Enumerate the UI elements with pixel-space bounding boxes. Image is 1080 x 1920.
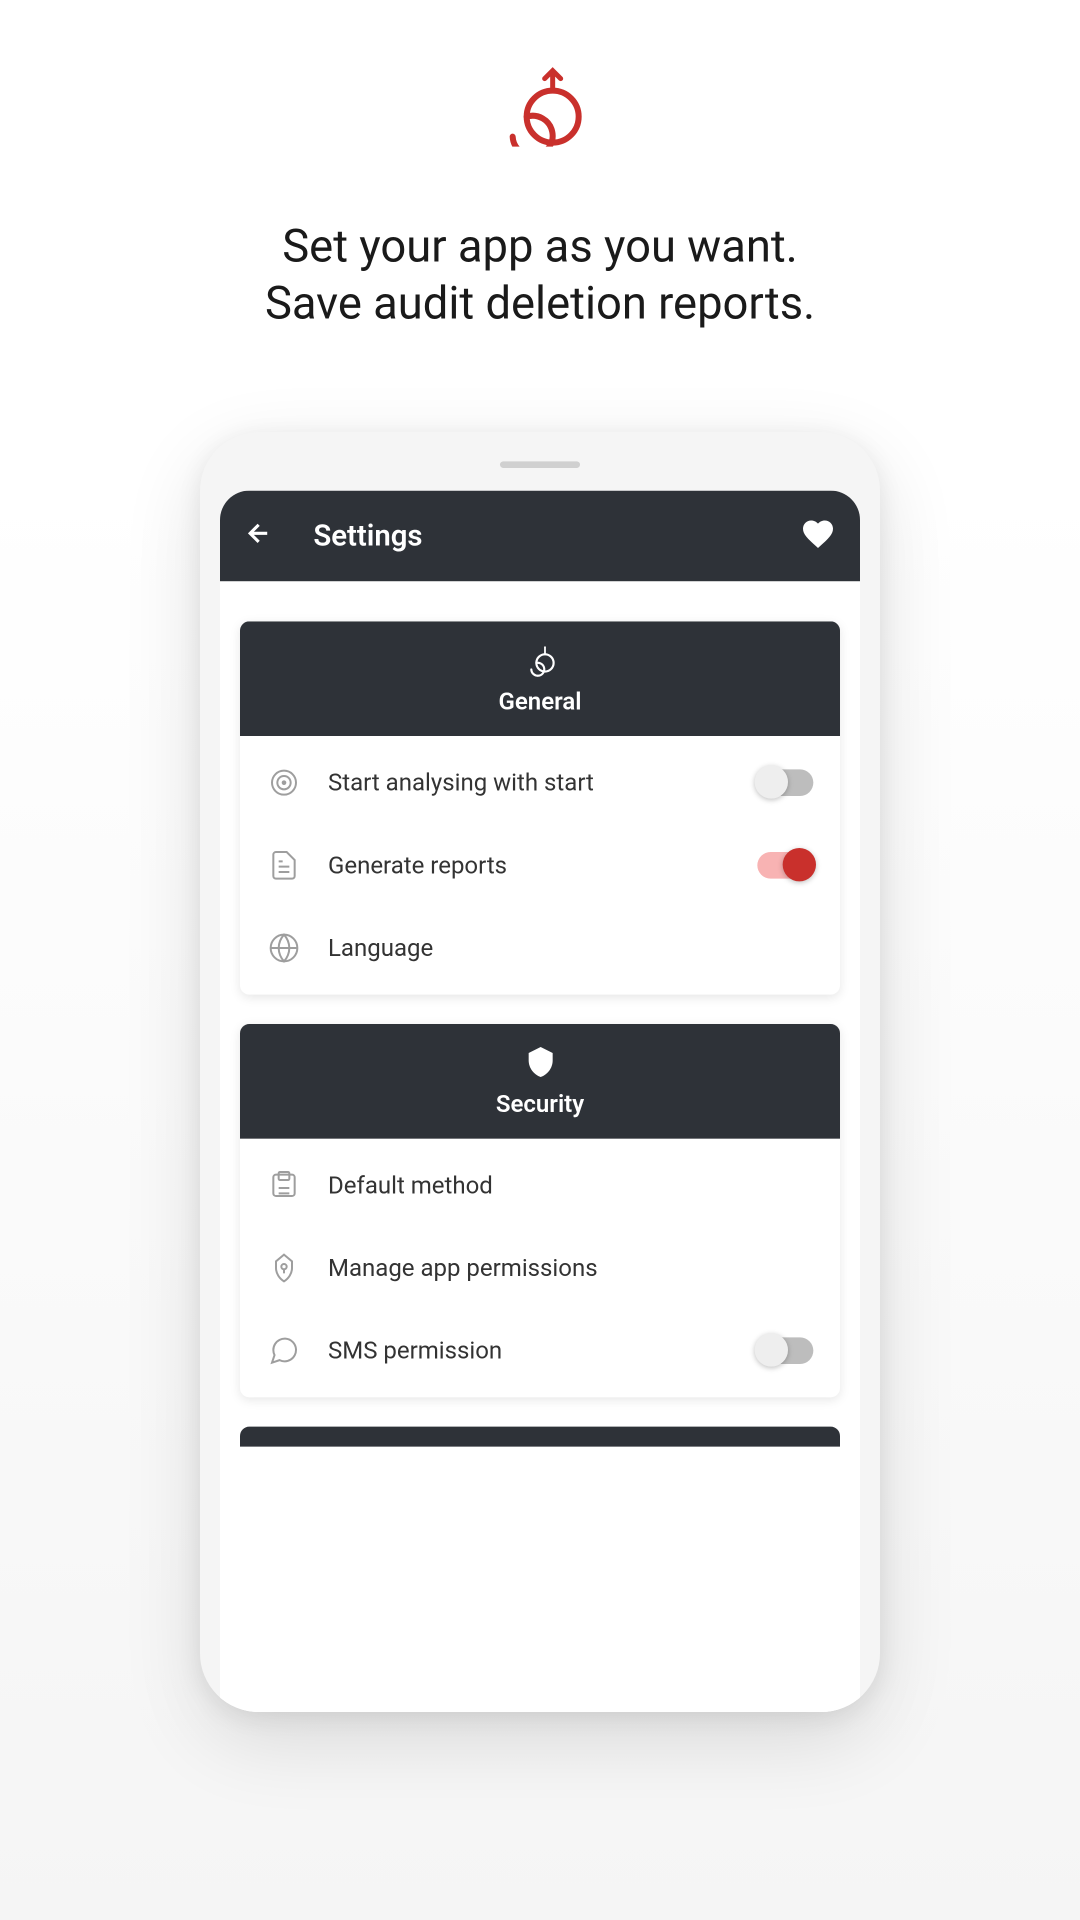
back-button[interactable]	[244, 519, 273, 554]
row-analyse[interactable]: Start analysing with start	[240, 741, 840, 824]
page-title: Settings	[313, 519, 760, 552]
arrow-left-icon	[244, 519, 273, 548]
row-reports[interactable]: Generate reports	[240, 824, 840, 907]
method-icon	[267, 1168, 302, 1203]
favorite-button[interactable]	[800, 515, 836, 556]
sms-label: SMS permission	[328, 1337, 731, 1365]
security-rows: Default method Manage app permissions	[240, 1139, 840, 1398]
brand-logo-icon	[522, 641, 558, 677]
heart-icon	[800, 515, 836, 551]
general-section: General Start analysing with start	[240, 621, 840, 994]
brand-logo	[490, 67, 590, 152]
sms-toggle[interactable]	[757, 1337, 813, 1364]
default-method-label: Default method	[328, 1171, 813, 1199]
app-header: Settings	[220, 491, 860, 582]
row-permissions[interactable]: Manage app permissions	[240, 1227, 840, 1310]
document-icon	[267, 848, 302, 883]
security-header: Security	[240, 1024, 840, 1139]
permissions-label: Manage app permissions	[328, 1254, 813, 1282]
phone-speaker	[500, 461, 580, 468]
marketing-page: Set your app as you want. Save audit del…	[0, 0, 1080, 1920]
general-header: General	[240, 621, 840, 736]
reports-toggle[interactable]	[757, 852, 813, 879]
headline-line-1: Set your app as you want.	[265, 219, 815, 276]
settings-content: General Start analysing with start	[220, 581, 860, 1712]
globe-icon	[267, 931, 302, 966]
security-title: Security	[496, 1091, 584, 1119]
general-title: General	[499, 688, 582, 716]
phone-mockup: Settings General	[200, 432, 880, 1712]
headline-line-2: Save audit deletion reports.	[265, 275, 815, 332]
next-section-peek	[240, 1427, 840, 1447]
row-language[interactable]: Language	[240, 907, 840, 990]
general-rows: Start analysing with start Generate repo…	[240, 736, 840, 995]
headline: Set your app as you want. Save audit del…	[225, 219, 855, 332]
row-default-method[interactable]: Default method	[240, 1144, 840, 1227]
analyse-label: Start analysing with start	[328, 769, 731, 797]
analyse-toggle[interactable]	[757, 769, 813, 796]
reports-label: Generate reports	[328, 851, 731, 879]
target-icon	[267, 765, 302, 800]
security-section: Security Default method	[240, 1024, 840, 1397]
language-label: Language	[328, 934, 813, 962]
shield-icon	[522, 1044, 558, 1080]
chat-icon	[267, 1333, 302, 1368]
phone-screen: Settings General	[220, 491, 860, 1712]
permissions-icon	[267, 1251, 302, 1286]
row-sms[interactable]: SMS permission	[240, 1309, 840, 1392]
